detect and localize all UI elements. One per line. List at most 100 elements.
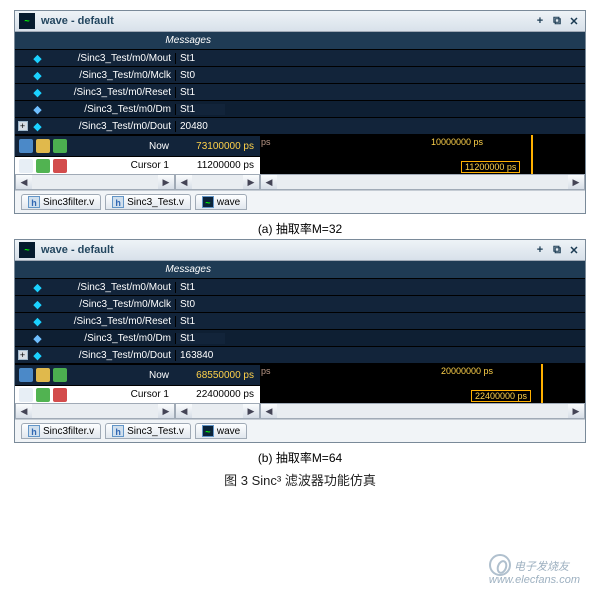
- ruler-zero: ps: [261, 137, 271, 147]
- scrollbar[interactable]: [192, 404, 243, 418]
- signal-name[interactable]: /Sinc3_Test/m0/Dm: [45, 333, 175, 344]
- scroll-right-icon[interactable]: ▶: [568, 404, 584, 418]
- titlebar: ~ wave - default + ⧉ ✕: [15, 240, 585, 261]
- signal-name[interactable]: /Sinc3_Test/m0/Mout: [45, 53, 175, 64]
- subcaption-a: (a) 抽取率M=32: [14, 218, 586, 239]
- remove-icon[interactable]: [53, 388, 67, 402]
- signal-row[interactable]: ◆ /Sinc3_Test/m0/Reset St1: [15, 84, 585, 101]
- dock-icon[interactable]: ⧉: [550, 15, 564, 28]
- diamond-icon: ◆: [30, 120, 45, 133]
- signal-row[interactable]: ◆ /Sinc3_Test/m0/Mout St1: [15, 279, 585, 296]
- scroll-left-icon[interactable]: ◀: [261, 175, 277, 189]
- signal-name[interactable]: /Sinc3_Test/m0/Dm: [45, 104, 175, 115]
- ruler-mark: 20000000 ps: [441, 366, 493, 376]
- scroll-right-icon[interactable]: ▶: [243, 175, 259, 189]
- tab-file[interactable]: hSinc3_Test.v: [105, 194, 191, 210]
- tab-file[interactable]: hSinc3_Test.v: [105, 423, 191, 439]
- scroll-left-icon[interactable]: ◀: [261, 404, 277, 418]
- signal-row[interactable]: ◆ /Sinc3_Test/m0/Mclk St0: [15, 296, 585, 313]
- undock-icon[interactable]: +: [533, 244, 547, 257]
- tab-label: Sinc3_Test.v: [127, 426, 184, 437]
- time-ruler[interactable]: ps 10000000 ps: [260, 135, 585, 157]
- scroll-right-icon[interactable]: ▶: [568, 175, 584, 189]
- messages-label: Messages: [85, 35, 215, 46]
- tab-label: wave: [217, 197, 240, 208]
- cursor-value: 11200000 ps: [175, 160, 260, 171]
- signal-name[interactable]: /Sinc3_Test/m0/Reset: [45, 87, 175, 98]
- cursor-ruler[interactable]: 22400000 ps: [260, 386, 585, 403]
- tool-icon[interactable]: [19, 139, 33, 153]
- tab-file[interactable]: hSinc3filter.v: [21, 423, 101, 439]
- window-title: wave - default: [41, 15, 533, 27]
- signal-name[interactable]: /Sinc3_Test/m0/Mout: [45, 282, 175, 293]
- signal-row[interactable]: + ◆ /Sinc3_Test/m0/Dout 163840 0 2379 75…: [15, 347, 585, 364]
- now-label: Now: [85, 370, 175, 381]
- expand-icon[interactable]: +: [18, 350, 28, 360]
- scrollbar[interactable]: [192, 175, 243, 189]
- cursor-time-box[interactable]: 22400000 ps: [471, 390, 531, 402]
- close-icon[interactable]: ✕: [567, 244, 581, 257]
- tool-icon[interactable]: [19, 388, 33, 402]
- watermark-logo-icon: [489, 554, 511, 576]
- diamond-icon: ◆: [30, 103, 45, 116]
- tab-file[interactable]: hSinc3filter.v: [21, 194, 101, 210]
- wave-icon: ~: [202, 196, 214, 208]
- tool-icon[interactable]: [36, 139, 50, 153]
- messages-label: Messages: [85, 264, 215, 275]
- column-header: Messages: [15, 261, 585, 279]
- scroll-right-icon[interactable]: ▶: [158, 404, 174, 418]
- signal-name[interactable]: /Sinc3_Test/m0/Mclk: [45, 70, 175, 81]
- close-icon[interactable]: ✕: [567, 15, 581, 28]
- add-icon[interactable]: [36, 388, 50, 402]
- signal-row[interactable]: ◆ /Sinc3_Test/m0/Dm St1: [15, 101, 585, 118]
- tab-label: Sinc3_Test.v: [127, 197, 184, 208]
- watermark-url: www.elecfans.com: [489, 574, 580, 586]
- scroll-left-icon[interactable]: ◀: [176, 175, 192, 189]
- signal-row[interactable]: ◆ /Sinc3_Test/m0/Dm St1: [15, 330, 585, 347]
- tool-icon[interactable]: [19, 368, 33, 382]
- scroll-left-icon[interactable]: ◀: [16, 175, 32, 189]
- diamond-icon: ◆: [30, 298, 45, 311]
- signal-value: 20480: [175, 121, 225, 132]
- tab-label: Sinc3filter.v: [43, 197, 94, 208]
- undock-icon[interactable]: +: [533, 15, 547, 28]
- signal-value: St1: [175, 87, 225, 98]
- time-ruler[interactable]: ps 20000000 ps: [260, 364, 585, 386]
- scroll-left-icon[interactable]: ◀: [176, 404, 192, 418]
- signal-name[interactable]: /Sinc3_Test/m0/Mclk: [45, 299, 175, 310]
- scrollbar[interactable]: [32, 404, 158, 418]
- signal-row[interactable]: ◆ /Sinc3_Test/m0/Reset St1: [15, 313, 585, 330]
- signal-row[interactable]: ◆ /Sinc3_Test/m0/Mclk St0: [15, 67, 585, 84]
- signal-name[interactable]: /Sinc3_Test/m0/Dout: [45, 121, 175, 132]
- add-icon[interactable]: [36, 159, 50, 173]
- tool-icon[interactable]: [36, 368, 50, 382]
- cursor-time-box[interactable]: 11200000 ps: [461, 161, 520, 173]
- scroll-right-icon[interactable]: ▶: [243, 404, 259, 418]
- expand-icon[interactable]: +: [18, 121, 28, 131]
- cursor-row: Cursor 1 11200000 ps 11200000 ps: [15, 157, 585, 174]
- signal-value: St0: [175, 299, 225, 310]
- tool-icon[interactable]: [53, 368, 67, 382]
- signal-name[interactable]: /Sinc3_Test/m0/Reset: [45, 316, 175, 327]
- cursor-ruler[interactable]: 11200000 ps: [260, 157, 585, 174]
- tab-wave[interactable]: ~wave: [195, 423, 247, 439]
- signal-row[interactable]: + ◆ /Sinc3_Test/m0/Dout 20480 0 189 8562…: [15, 118, 585, 135]
- signal-name[interactable]: /Sinc3_Test/m0/Dout: [45, 350, 175, 361]
- scrollbar[interactable]: [32, 175, 158, 189]
- tool-icon[interactable]: [19, 159, 33, 173]
- cursor-value: 22400000 ps: [175, 389, 260, 400]
- diamond-icon: ◆: [30, 315, 45, 328]
- signal-row[interactable]: ◆ /Sinc3_Test/m0/Mout St1: [15, 50, 585, 67]
- ruler-zero: ps: [261, 366, 271, 376]
- scrollbar[interactable]: [277, 404, 568, 418]
- cursor-label: Cursor 1: [85, 389, 175, 400]
- tab-wave[interactable]: ~wave: [195, 194, 247, 210]
- scrollbar[interactable]: [277, 175, 568, 189]
- remove-icon[interactable]: [53, 159, 67, 173]
- column-header: Messages: [15, 32, 585, 50]
- scroll-right-icon[interactable]: ▶: [158, 175, 174, 189]
- scroll-left-icon[interactable]: ◀: [16, 404, 32, 418]
- tool-icon[interactable]: [53, 139, 67, 153]
- scrollbar-row: ◀▶ ◀▶ ◀▶: [15, 403, 585, 419]
- dock-icon[interactable]: ⧉: [550, 244, 564, 257]
